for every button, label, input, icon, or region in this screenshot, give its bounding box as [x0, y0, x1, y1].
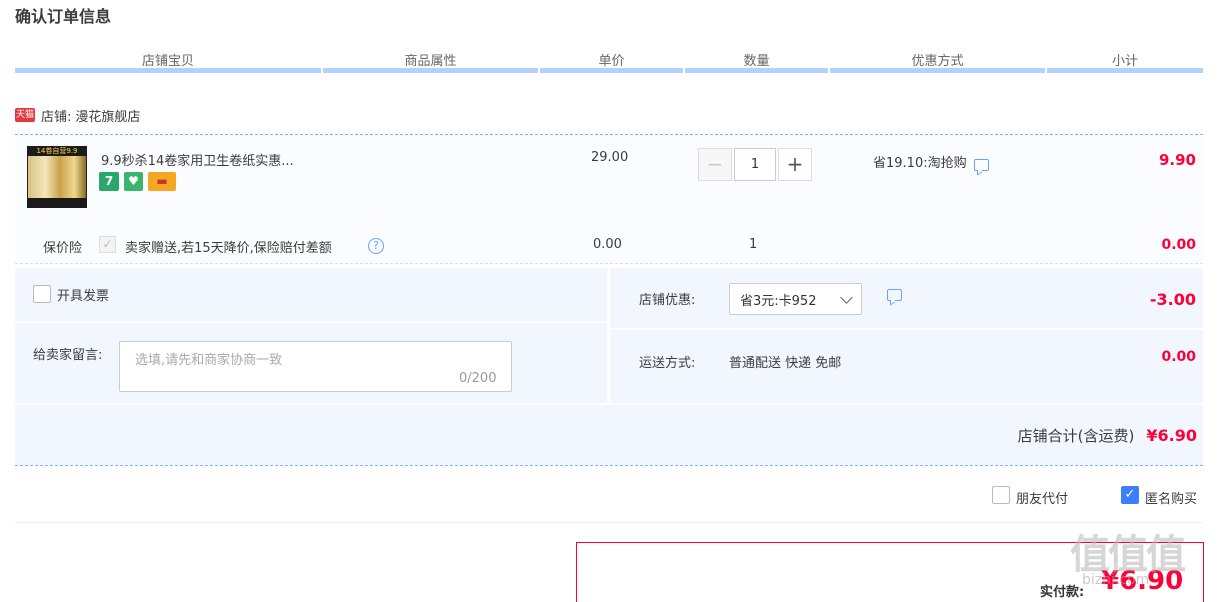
anonymous-label[interactable]: 匿名购买	[1145, 488, 1197, 507]
friend-pay-checkbox[interactable]	[992, 486, 1010, 504]
help-icon[interactable]: ?	[368, 238, 384, 254]
header-discount: 优惠方式	[911, 54, 964, 69]
shop-total-label: 店铺合计(含运费)	[1017, 427, 1135, 445]
shield-guarantee-icon[interactable]: ♥	[124, 172, 143, 191]
seven-day-return-icon[interactable]: 7	[99, 172, 119, 191]
invoice-label[interactable]: 开具发票	[57, 285, 109, 304]
insurance-subtotal: 0.00	[1161, 237, 1196, 253]
shop-total-line: 店铺合计(含运费) ¥6.90	[1018, 425, 1197, 446]
insurance-text: 卖家赠送,若15天降价,保险赔付差额	[125, 241, 332, 256]
memo-label: 给卖家留言:	[33, 348, 103, 363]
shipping-label: 运送方式:	[639, 356, 696, 371]
shop-discount-amount: -3.00	[1149, 290, 1196, 309]
payment-label: 实付款:	[1040, 585, 1085, 600]
page-title: 确认订单信息	[15, 7, 112, 26]
header-quantity: 数量	[743, 54, 770, 69]
anonymous-checkbox[interactable]: ✓	[1121, 486, 1139, 504]
insurance-label: 保价险	[43, 241, 83, 256]
watermark-url: bizhi.com	[1082, 572, 1150, 588]
discount-info: 省19.10:淘抢购	[873, 152, 989, 171]
item-subtotal: 9.90	[1158, 151, 1196, 169]
insurance-price: 0.00	[593, 237, 622, 252]
shop-total-amount: ¥6.90	[1146, 426, 1197, 445]
header-unit-price: 单价	[598, 54, 625, 69]
chevron-down-icon	[840, 291, 853, 304]
thumbnail-band	[27, 198, 87, 208]
discount-text: 省19.10:淘抢购	[873, 156, 967, 171]
header-subtotal: 小计	[1111, 54, 1138, 69]
unit-price: 29.00	[591, 150, 629, 165]
friend-pay-label[interactable]: 朋友代付	[1016, 488, 1068, 507]
header-bar	[15, 68, 1203, 73]
quantity-increase-button[interactable]: +	[778, 148, 812, 181]
shop-line: 天猫 店铺: 漫花旗舰店	[15, 106, 140, 125]
shop-discount-select[interactable]: 省3元:卡952	[729, 283, 862, 315]
quantity-decrease-button[interactable]: −	[698, 148, 732, 181]
insurance-quantity: 1	[749, 237, 758, 252]
thumbnail-caption: 14卷自营9.9	[27, 146, 87, 156]
card-payment-icon[interactable]: ▬	[148, 172, 176, 191]
shop-discount-selected: 省3元:卡952	[740, 293, 817, 309]
shipping-panel	[610, 330, 1203, 403]
shipping-method: 普通配送 快递 免邮	[729, 356, 842, 371]
invoice-checkbox[interactable]	[33, 285, 51, 303]
shop-discount-label: 店铺优惠:	[639, 293, 696, 308]
shop-label: 店铺:	[41, 109, 72, 125]
header-shop-item: 店铺宝贝	[141, 54, 194, 69]
product-title-link[interactable]: 9.9秒杀14卷家用卫生卷纸实惠...	[101, 150, 294, 169]
quantity-input[interactable]: 1	[734, 148, 776, 181]
memo-placeholder: 选填,请先和商家协商一致	[135, 353, 283, 368]
discount-chat-icon[interactable]	[887, 289, 902, 301]
tmall-icon: 天猫	[15, 108, 35, 122]
shipping-amount: 0.00	[1161, 349, 1196, 365]
insurance-checkbox[interactable]: ✓	[99, 236, 116, 253]
chat-bubble-icon[interactable]	[973, 158, 989, 171]
shop-name[interactable]: 漫花旗舰店	[75, 106, 140, 125]
quantity-stepper: − 1 +	[698, 148, 812, 181]
divider	[15, 522, 1203, 523]
memo-char-counter: 0/200	[459, 371, 497, 386]
header-attributes: 商品属性	[404, 54, 457, 69]
